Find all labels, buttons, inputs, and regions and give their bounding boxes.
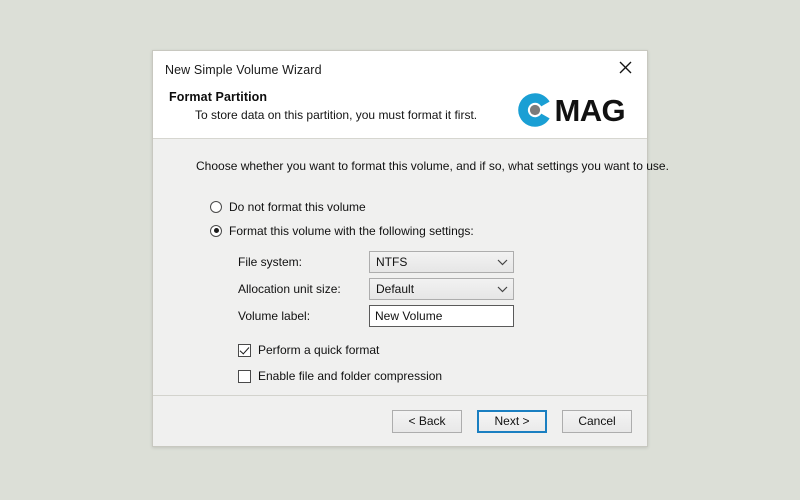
allocation-unit-size-combobox[interactable]: Default (369, 278, 514, 300)
page-subtitle: To store data on this partition, you mus… (195, 108, 478, 122)
chevron-down-icon (491, 286, 513, 293)
radio-label: Do not format this volume (229, 199, 366, 214)
checkbox-quick-format[interactable]: Perform a quick format (238, 340, 647, 360)
radio-indicator (210, 200, 222, 213)
checkbox-label: Enable file and folder compression (258, 369, 443, 383)
close-button[interactable] (603, 51, 647, 83)
field-label: Allocation unit size: (238, 282, 341, 296)
file-system-combobox[interactable]: NTFS (369, 251, 514, 273)
format-options-checkboxes: Perform a quick format Enable file and f… (153, 340, 647, 386)
title-bar: New Simple Volume Wizard (153, 51, 647, 89)
radio-indicator (210, 224, 222, 237)
radio-format-with-settings[interactable]: Format this volume with the following se… (210, 221, 647, 240)
wizard-dialog: New Simple Volume Wizard Format Partitio… (152, 50, 669, 447)
chevron-down-icon (491, 259, 513, 266)
close-x-icon (619, 61, 632, 74)
field-allocation-unit-size: Allocation unit size: Default (238, 278, 647, 300)
field-volume-label: Volume label: New Volume (238, 305, 647, 327)
input-value: New Volume (375, 309, 443, 323)
back-button[interactable]: < Back (392, 409, 462, 433)
checkbox-indicator (238, 369, 251, 383)
brand-wordmark: MAG (554, 92, 625, 128)
cmag-c-ring-logo-icon (515, 90, 555, 130)
window-title: New Simple Volume Wizard (165, 63, 322, 77)
format-settings-fields: File system: NTFS Allocation unit size: … (153, 251, 647, 327)
header-text-group: Format Partition To store data on this p… (169, 89, 477, 123)
checkbox-label: Perform a quick format (258, 343, 380, 357)
checkbox-indicator (238, 343, 251, 357)
format-choice-radio-group: Do not format this volume Format this vo… (153, 197, 647, 240)
radio-label: Format this volume with the following se… (229, 223, 474, 238)
brand-logo: MAG (515, 89, 626, 130)
field-label: Volume label: (238, 309, 311, 323)
checkbox-file-folder-compression[interactable]: Enable file and folder compression (238, 366, 647, 386)
next-button[interactable]: Next > (477, 409, 547, 433)
field-label: File system: (238, 255, 303, 269)
combobox-value: NTFS (376, 255, 408, 269)
dialog-footer: < Back Next > Cancel (153, 395, 647, 446)
cancel-button[interactable]: Cancel (562, 409, 632, 433)
page-title: Format Partition (169, 90, 268, 104)
dialog-header: Format Partition To store data on this p… (153, 89, 647, 139)
intro-text: Choose whether you want to format this v… (196, 159, 669, 173)
combobox-value: Default (376, 282, 415, 296)
dialog-body: Choose whether you want to format this v… (153, 139, 669, 395)
radio-do-not-format[interactable]: Do not format this volume (210, 197, 647, 216)
field-file-system: File system: NTFS (238, 251, 647, 273)
volume-label-input[interactable]: New Volume (369, 305, 514, 327)
